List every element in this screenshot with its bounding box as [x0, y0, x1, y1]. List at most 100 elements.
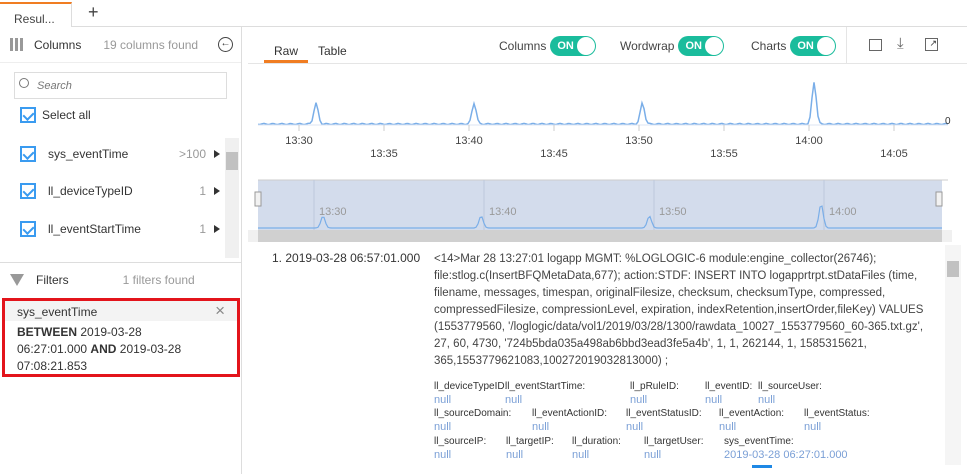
field-label: ll_eventID: — [705, 381, 753, 392]
tab-bar: Resul... + — [0, 0, 967, 27]
field-value[interactable]: null — [532, 421, 549, 433]
field-label: ll_sourceUser: — [758, 381, 822, 392]
field-value[interactable]: null — [644, 449, 661, 461]
nav-tick-label: 13:40 — [489, 206, 517, 218]
navigator-selection — [258, 180, 942, 230]
tick-label: 13:50 — [625, 135, 653, 147]
field-value[interactable]: null — [719, 421, 736, 433]
tick-label: 13:55 — [710, 148, 738, 160]
log-timestamp[interactable]: 1. 2019-03-28 06:57:01.000 — [272, 251, 420, 265]
charts-toggle[interactable]: Charts ON — [751, 36, 837, 56]
columns-header: Columns 19 columns found ← — [0, 27, 241, 63]
close-icon[interactable]: × — [215, 301, 225, 321]
field-value[interactable]: null — [626, 421, 643, 433]
field-value[interactable]: null — [505, 394, 522, 406]
field-label: ll_deviceTypeID: — [434, 381, 508, 392]
column-item[interactable]: ll_deviceTypeID 1 — [20, 181, 220, 201]
layout-icon[interactable] — [869, 39, 882, 51]
navigator-handle-left[interactable] — [254, 191, 262, 207]
checkbox[interactable] — [20, 146, 36, 162]
column-name: ll_eventStartTime — [48, 222, 141, 236]
filters-count: 1 filters found — [122, 272, 195, 287]
collapse-panel-icon[interactable]: ← — [218, 37, 233, 52]
tick-label: 13:40 — [455, 135, 483, 147]
navigator-handle-right[interactable] — [935, 191, 943, 207]
checkbox[interactable] — [20, 221, 36, 237]
column-item[interactable]: sys_eventTime >100 — [20, 144, 220, 164]
expand-arrow-icon[interactable] — [214, 187, 220, 195]
field-label: ll_eventActionID: — [532, 408, 608, 419]
tab-raw[interactable]: Raw — [264, 44, 308, 63]
select-all-checkbox[interactable]: Select all — [20, 105, 220, 125]
field-value[interactable]: 2019-03-28 06:27:01.000 — [724, 449, 848, 461]
field-value[interactable]: null — [506, 449, 523, 461]
filters-header: Filters 1 filters found — [0, 262, 241, 296]
select-all-label: Select all — [42, 108, 91, 122]
tab-table[interactable]: Table — [318, 44, 347, 58]
open-external-icon[interactable]: ↗ — [925, 38, 938, 51]
scroll-right-button — [942, 230, 952, 242]
series-line — [257, 82, 949, 126]
tick-label: 13:45 — [540, 148, 568, 160]
log-message: <14>Mar 28 13:27:01 logapp MGMT: %LOGLOG… — [434, 253, 924, 367]
column-count: 1 — [199, 184, 206, 198]
log-entry: 1. 2019-03-28 06:57:01.000 <14>Mar 28 13… — [255, 245, 945, 465]
columns-title: Columns — [34, 37, 82, 52]
field-label: ll_sourceDomain: — [434, 408, 512, 419]
download-icon[interactable]: ⤓ — [897, 35, 904, 52]
tick-label: 13:30 — [285, 135, 313, 147]
tick-label: 14:05 — [880, 148, 908, 160]
field-value[interactable]: null — [705, 394, 722, 406]
columns-icon — [10, 38, 24, 51]
log-scrollbar[interactable] — [945, 245, 961, 465]
zero-label: 0 — [945, 116, 951, 127]
field-label: ll_eventStatusID: — [626, 408, 702, 419]
field-value[interactable]: null — [434, 394, 451, 406]
filter-field: sys_eventTime — [17, 305, 98, 319]
filter-card[interactable]: sys_eventTime × BETWEEN 2019-03-28 06:27:0… — [2, 298, 240, 377]
column-count: >100 — [178, 147, 206, 161]
search-icon — [19, 78, 29, 88]
columns-count: 19 columns found — [103, 37, 199, 52]
checkbox[interactable] — [20, 183, 36, 199]
field-label: ll_duration: — [572, 436, 621, 447]
timeline-chart[interactable]: 0 13:30 13:40 13:50 14:00 13:35 13:45 13:55 14:0… — [248, 64, 967, 244]
tick-label: 14:00 — [795, 135, 823, 147]
add-tab-button[interactable]: + — [88, 2, 99, 23]
nav-tick-label: 14:00 — [829, 206, 857, 218]
column-name: sys_eventTime — [48, 147, 129, 161]
field-value[interactable]: null — [572, 449, 589, 461]
field-label: ll_eventAction: — [719, 408, 785, 419]
column-item[interactable]: ll_eventStartTime 1 — [20, 219, 220, 239]
field-label: ll_targetUser: — [644, 436, 704, 447]
filter-expression: BETWEEN 2019-03-28 06:27:01.000 AND 2019-… — [17, 325, 182, 373]
nav-tick-label: 13:30 — [319, 206, 347, 218]
field-value[interactable]: null — [434, 449, 451, 461]
field-label: ll_eventStatus: — [804, 408, 870, 419]
field-value[interactable]: null — [804, 421, 821, 433]
field-label: ll_pRuleID: — [630, 381, 679, 392]
field-value[interactable]: null — [434, 421, 451, 433]
column-name: ll_deviceTypeID — [48, 184, 133, 198]
field-value[interactable]: null — [758, 394, 775, 406]
field-label: ll_eventStartTime: — [505, 381, 586, 392]
field-label: ll_targetIP: — [506, 436, 554, 447]
navigator-scrollbar[interactable] — [258, 230, 942, 242]
field-label: ll_sourceIP: — [434, 436, 487, 447]
scroll-indicator — [752, 465, 772, 468]
field-label: sys_eventTime: — [724, 436, 794, 447]
columns-scrollbar[interactable] — [225, 138, 239, 258]
scroll-left-button — [248, 230, 258, 242]
filter-icon — [10, 273, 24, 286]
columns-toggle[interactable]: Columns ON — [499, 36, 597, 56]
tab-results[interactable]: Resul... — [0, 2, 72, 27]
column-count: 1 — [199, 222, 206, 236]
filters-title: Filters — [36, 272, 69, 287]
wordwrap-toggle[interactable]: Wordwrap ON — [620, 36, 725, 56]
field-value[interactable]: null — [630, 394, 647, 406]
nav-tick-label: 13:50 — [659, 206, 687, 218]
expand-arrow-icon[interactable] — [214, 150, 220, 158]
tick-label: 13:35 — [370, 148, 398, 160]
expand-arrow-icon[interactable] — [214, 225, 220, 233]
columns-search-input[interactable]: Search — [14, 72, 227, 99]
